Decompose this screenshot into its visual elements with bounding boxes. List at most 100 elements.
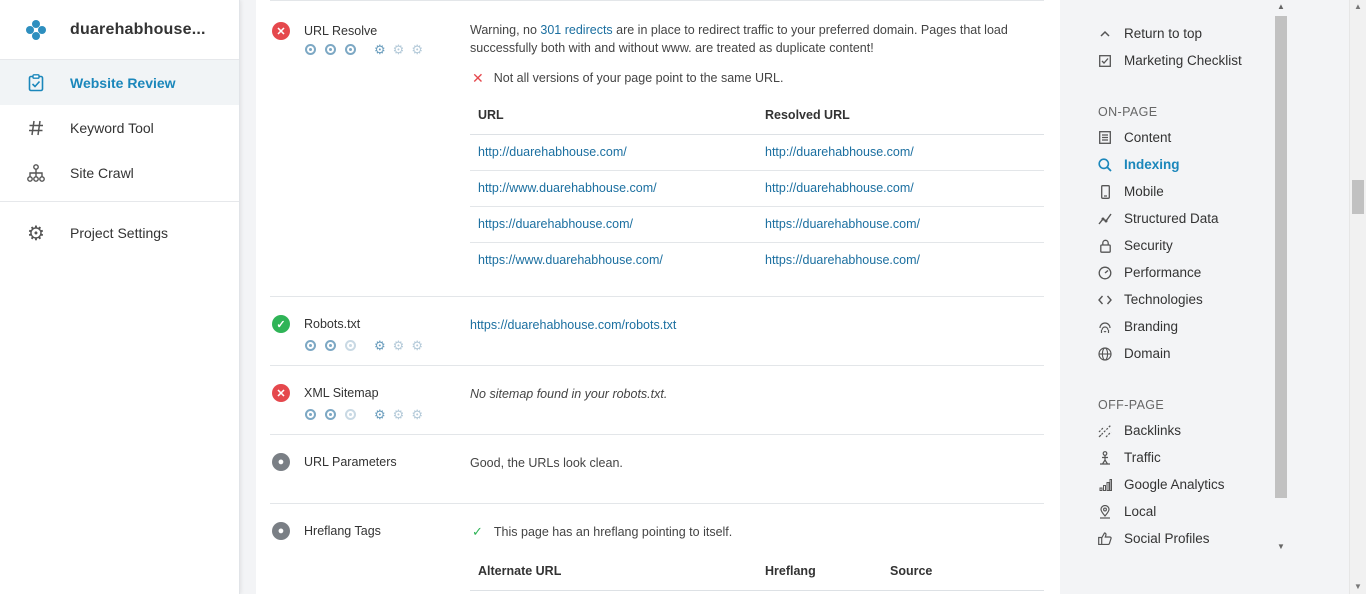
nav-site-crawl[interactable]: Site Crawl <box>0 150 239 195</box>
check-title: Robots.txt <box>304 317 361 331</box>
check-title: URL Resolve <box>304 24 378 38</box>
difficulty-gear-icon: ⚙ <box>392 407 405 422</box>
column-header-source: Source <box>882 553 1044 591</box>
check-hreflang-tags: ● Hreflang Tags ✓ This page has an hrefl… <box>270 504 1044 594</box>
check-content: https://duarehabhouse.com/robots.txt <box>470 316 676 334</box>
marketing-checklist-link[interactable]: Marketing Checklist <box>1098 53 1242 68</box>
check-icon: ✓ <box>472 524 483 539</box>
resolved-url-cell[interactable]: https://duarehabhouse.com/ <box>757 206 1044 243</box>
importance-dot-icon <box>305 409 316 420</box>
scroll-down-arrow-icon[interactable]: ▼ <box>1277 542 1285 551</box>
rp-label: Local <box>1124 504 1157 519</box>
difficulty-gear-icon: ⚙ <box>374 42 386 57</box>
page-scrollbar[interactable]: ▲ ▼ <box>1349 0 1366 594</box>
panel-scrollbar[interactable]: ▲ ▼ <box>1273 0 1289 556</box>
scroll-down-arrow-icon[interactable]: ▼ <box>1354 582 1362 591</box>
rp-item-security[interactable]: Security <box>1098 238 1173 253</box>
rp-item-domain[interactable]: Domain <box>1098 346 1171 361</box>
resolved-url-cell[interactable]: http://duarehabhouse.com/ <box>757 134 1044 171</box>
hash-icon <box>26 118 46 138</box>
nav-keyword-tool[interactable]: Keyword Tool <box>0 105 239 150</box>
section-navigation-panel: Return to top Marketing Checklist ON-PAG… <box>1060 0 1288 594</box>
rp-item-backlinks[interactable]: Backlinks <box>1098 423 1181 438</box>
rp-item-performance[interactable]: Performance <box>1098 265 1201 280</box>
rp-label: Security <box>1124 238 1173 253</box>
nav-project-settings[interactable]: ⚙ Project Settings <box>0 202 239 264</box>
301-redirects-link[interactable]: 301 redirects <box>540 23 612 37</box>
url-cell[interactable]: http://duarehabhouse.com/ <box>470 134 757 171</box>
project-name: duarehabhouse... <box>70 20 206 38</box>
importance-dot-icon <box>305 44 316 55</box>
table-header-row: URL Resolved URL <box>470 97 1044 135</box>
resolved-url-cell[interactable]: https://duarehabhouse.com/ <box>757 242 1044 278</box>
indexing-section: ✕ URL Resolve ⚙ ⚙ ⚙ Warning, no 301 redi… <box>256 0 1060 594</box>
url-cell[interactable]: https://duarehabhouse.com/ <box>470 206 757 243</box>
document-icon <box>1098 131 1112 145</box>
difficulty-gear-icon: ⚙ <box>392 42 405 57</box>
return-to-top-link[interactable]: Return to top <box>1098 26 1202 41</box>
scroll-up-arrow-icon[interactable]: ▲ <box>1277 2 1285 11</box>
rp-label: Social Profiles <box>1124 531 1210 546</box>
brand-header[interactable]: duarehabhouse... <box>0 0 239 60</box>
rp-item-traffic[interactable]: Traffic <box>1098 450 1161 465</box>
rp-label: Technologies <box>1124 292 1203 307</box>
page-scrollbar-thumb[interactable] <box>1352 180 1364 214</box>
table-header-row: Alternate URL Hreflang Source <box>470 553 1044 591</box>
scroll-up-arrow-icon[interactable]: ▲ <box>1354 2 1362 11</box>
difficulty-gear-icon: ⚙ <box>392 338 405 353</box>
mobile-icon <box>1098 184 1112 199</box>
fail-status-icon: ✕ <box>272 384 290 402</box>
pass-message-text: This page has an hreflang pointing to it… <box>493 525 733 539</box>
rp-item-branding[interactable]: Branding <box>1098 319 1178 334</box>
warning-text-start: Warning, no <box>470 23 541 37</box>
url-cell[interactable]: http://www.duarehabhouse.com/ <box>470 170 757 207</box>
rp-label: Domain <box>1124 346 1171 361</box>
importance-dot-icon <box>345 340 356 351</box>
rp-item-mobile[interactable]: Mobile <box>1098 184 1164 199</box>
importance-dot-icon <box>325 44 336 55</box>
rp-label: Content <box>1124 130 1172 145</box>
url-cell[interactable]: https://www.duarehabhouse.com/ <box>470 242 757 278</box>
importance-dot-icon <box>305 340 316 351</box>
nav-label: Keyword Tool <box>70 119 154 136</box>
nav-label: Website Review <box>70 74 176 91</box>
rp-item-indexing[interactable]: Indexing <box>1098 157 1180 172</box>
check-title: URL Parameters <box>304 455 397 469</box>
rp-item-structured-data[interactable]: Structured Data <box>1098 211 1219 226</box>
structured-data-icon <box>1098 212 1112 226</box>
resolved-url-cell[interactable]: http://duarehabhouse.com/ <box>757 170 1044 207</box>
url-resolve-table: URL Resolved URL http://duarehabhouse.co… <box>470 97 1044 278</box>
checkbox-icon <box>1098 54 1112 68</box>
check-content: Good, the URLs look clean. <box>470 456 623 470</box>
rp-item-local[interactable]: Local <box>1098 504 1156 519</box>
table-row: http://duarehabhouse.com/ http://duareha… <box>470 134 1044 171</box>
fingerprint-icon <box>1098 320 1112 334</box>
panel-scrollbar-thumb[interactable] <box>1275 16 1287 498</box>
on-page-heading: ON-PAGE <box>1098 105 1158 119</box>
check-content: ✓ This page has an hreflang pointing to … <box>470 523 1044 591</box>
hreflang-table: Alternate URL Hreflang Source <box>470 553 1044 591</box>
robots-txt-link[interactable]: https://duarehabhouse.com/robots.txt <box>470 318 676 332</box>
fail-status-icon: ✕ <box>272 22 290 40</box>
difficulty-indicator: ⚙ ⚙ ⚙ <box>305 339 430 352</box>
chevron-up-icon <box>1098 27 1112 41</box>
check-url-parameters: ● URL Parameters Good, the URLs look cle… <box>270 435 1044 504</box>
fail-message-text: Not all versions of your page point to t… <box>493 71 784 85</box>
column-header-hreflang: Hreflang <box>757 553 882 591</box>
column-header-alternate-url: Alternate URL <box>470 553 757 591</box>
rp-item-google-analytics[interactable]: Google Analytics <box>1098 477 1225 492</box>
importance-dot-icon <box>345 409 356 420</box>
difficulty-indicator: ⚙ ⚙ ⚙ <box>305 408 430 421</box>
difficulty-gear-icon: ⚙ <box>411 338 423 353</box>
code-icon <box>1098 293 1112 307</box>
check-title: Hreflang Tags <box>304 524 381 538</box>
nav-website-review[interactable]: Website Review <box>0 60 239 105</box>
rp-label: Return to top <box>1124 26 1203 41</box>
column-header-url: URL <box>470 97 757 135</box>
info-status-icon: ● <box>272 453 290 471</box>
rp-item-content[interactable]: Content <box>1098 130 1171 145</box>
nav-label: Project Settings <box>70 225 169 241</box>
rp-item-technologies[interactable]: Technologies <box>1098 292 1203 307</box>
rp-label: Traffic <box>1124 450 1161 465</box>
rp-item-social-profiles[interactable]: Social Profiles <box>1098 531 1210 546</box>
